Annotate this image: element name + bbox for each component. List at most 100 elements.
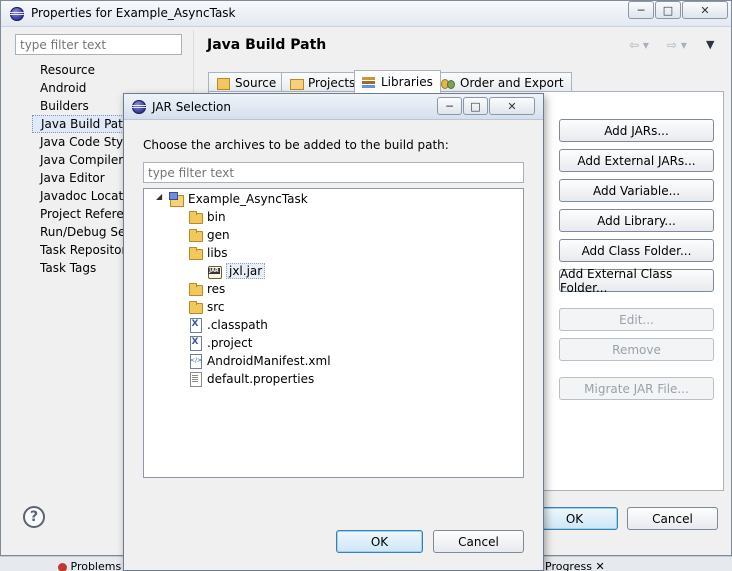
problems-icon — [58, 562, 67, 571]
tab-libraries[interactable]: Libraries — [354, 70, 441, 93]
nav-item[interactable]: Java Code Style — [32, 133, 128, 151]
jar-file-tree[interactable]: ◢ Example_AsyncTaskbin gen libs jxl.jarres sr… — [143, 188, 524, 478]
folder-icon — [188, 300, 203, 314]
tree-item[interactable]: gen — [188, 226, 230, 244]
properties-nav-list: Resource Android Builders Java Build Path Ja… — [32, 61, 128, 277]
minimize-icon: ─ — [637, 3, 645, 17]
tab-source[interactable]: Source — [208, 72, 285, 92]
tab-label: Order and Export — [460, 75, 564, 90]
add-external-jars-button[interactable]: Add External JARs... — [559, 149, 714, 172]
progress-tab[interactable]: Progress ✕ — [545, 560, 605, 571]
maximize-icon: □ — [470, 99, 481, 113]
view-menu-icon[interactable]: ▼ — [706, 38, 714, 51]
add-variable-button[interactable]: Add Variable... — [559, 179, 714, 202]
remove-button[interactable]: Remove — [559, 338, 714, 361]
order-export-icon — [441, 77, 455, 89]
nav-item[interactable]: Project References — [32, 205, 128, 223]
tree-item[interactable]: libs — [188, 244, 228, 262]
nav-item[interactable]: Java Editor — [32, 169, 128, 187]
tree-item-label: src — [207, 300, 225, 314]
close-icon[interactable]: ✕ — [595, 560, 604, 571]
problems-tab[interactable]: Problems — [58, 560, 121, 571]
tree-item-label: AndroidManifest.xml — [207, 354, 331, 368]
maximize-icon: □ — [662, 3, 674, 17]
properties-ok-button[interactable]: OK — [531, 507, 618, 530]
nav-item[interactable]: Javadoc Location — [32, 187, 128, 205]
nav-item[interactable]: Run/Debug Settings — [32, 223, 128, 241]
tree-item-label: res — [207, 282, 226, 296]
jar-icon — [207, 264, 222, 279]
folder-icon — [188, 210, 203, 224]
forward-arrow-icon[interactable]: ⇨ ▾ — [667, 38, 687, 52]
minimize-icon: ─ — [446, 99, 453, 113]
folder-icon — [188, 228, 203, 242]
tree-item-label: bin — [207, 210, 226, 224]
minimize-button[interactable]: ─ — [628, 1, 654, 19]
maximize-button[interactable]: □ — [463, 97, 488, 115]
nav-item[interactable]: Task Tags — [32, 259, 128, 277]
nav-item[interactable]: Task Repository — [32, 241, 128, 259]
file-icon — [188, 372, 202, 387]
libraries-icon — [362, 76, 376, 88]
tree-item[interactable]: res — [188, 280, 225, 298]
edit-button[interactable]: Edit... — [559, 308, 714, 331]
add-external-class-folder-button[interactable]: Add External Class Folder... — [559, 267, 714, 295]
jar-cancel-button[interactable]: Cancel — [433, 530, 524, 553]
expand-toggle-icon[interactable]: ◢ — [156, 192, 162, 201]
nav-item[interactable]: Resource — [32, 61, 128, 79]
tree-item[interactable]: AndroidManifest.xml — [188, 352, 331, 370]
source-folder-icon — [216, 77, 230, 90]
xfile-icon — [188, 336, 202, 351]
tree-item[interactable]: jxl.jar — [207, 262, 266, 280]
properties-filter-input[interactable] — [15, 34, 182, 55]
tree-item-label: libs — [207, 246, 228, 260]
nav-item[interactable]: Java Build Path — [32, 115, 128, 133]
nav-item[interactable]: Java Compiler — [32, 151, 128, 169]
jar-dialog-title: JAR Selection — [152, 100, 231, 114]
folder-icon — [188, 282, 203, 296]
jar-filter-input[interactable] — [143, 162, 524, 183]
jar-selection-dialog: JAR Selection ─ □ ✕ Choose the archives … — [123, 93, 544, 571]
jar-dialog-prompt: Choose the archives to be added to the b… — [143, 138, 449, 152]
tree-item[interactable]: .project — [188, 334, 252, 352]
close-dialog-button[interactable]: ✕ — [489, 97, 535, 115]
nav-item[interactable]: Builders — [32, 97, 128, 115]
tab-label: Source — [235, 75, 277, 90]
tree-item-label: .project — [207, 336, 253, 350]
tree-item-label: jxl.jar — [226, 263, 266, 279]
tree-item[interactable]: ◢ Example_AsyncTask — [156, 190, 308, 208]
progress-tab-label: Progress — [545, 560, 592, 571]
tree-item[interactable]: default.properties — [188, 370, 314, 388]
help-icon[interactable]: ? — [23, 506, 45, 528]
tree-item[interactable]: .classpath — [188, 316, 268, 334]
tree-item[interactable]: bin — [188, 208, 226, 226]
manifest-icon — [188, 354, 202, 369]
add-library-button[interactable]: Add Library... — [559, 209, 714, 232]
jar-dialog-titlebar[interactable]: JAR Selection ─ □ ✕ — [124, 94, 543, 120]
properties-titlebar[interactable]: Properties for Example_AsyncTask ─ □ ✕ — [1, 1, 731, 27]
jar-ok-button[interactable]: OK — [336, 530, 423, 553]
tab-projects[interactable]: Projects — [281, 72, 364, 92]
eclipse-logo-icon — [10, 7, 24, 21]
maximize-button[interactable]: □ — [655, 1, 681, 19]
add-jars-button[interactable]: Add JARs... — [559, 119, 714, 142]
tab-label: Projects — [308, 75, 356, 90]
folder-icon — [188, 246, 203, 260]
add-class-folder-button[interactable]: Add Class Folder... — [559, 239, 714, 262]
page-title: Java Build Path — [207, 37, 327, 53]
tree-item-label: Example_AsyncTask — [188, 192, 308, 206]
tab-label: Libraries — [381, 75, 433, 89]
properties-cancel-button[interactable]: Cancel — [627, 507, 718, 530]
tree-item[interactable]: src — [188, 298, 225, 316]
tree-item-label: default.properties — [207, 372, 315, 386]
close-icon: ✕ — [507, 99, 517, 113]
tab-order-export[interactable]: Order and Export — [433, 72, 572, 92]
close-window-button[interactable]: ✕ — [682, 1, 728, 19]
problems-tab-label: Problems — [70, 560, 122, 571]
project-icon — [169, 192, 184, 207]
properties-window-title: Properties for Example_AsyncTask — [31, 6, 236, 20]
back-arrow-icon[interactable]: ⇦ ▾ — [629, 38, 649, 52]
minimize-button[interactable]: ─ — [437, 97, 462, 115]
migrate-jar-button[interactable]: Migrate JAR File... — [559, 377, 714, 400]
nav-item[interactable]: Android — [32, 79, 128, 97]
